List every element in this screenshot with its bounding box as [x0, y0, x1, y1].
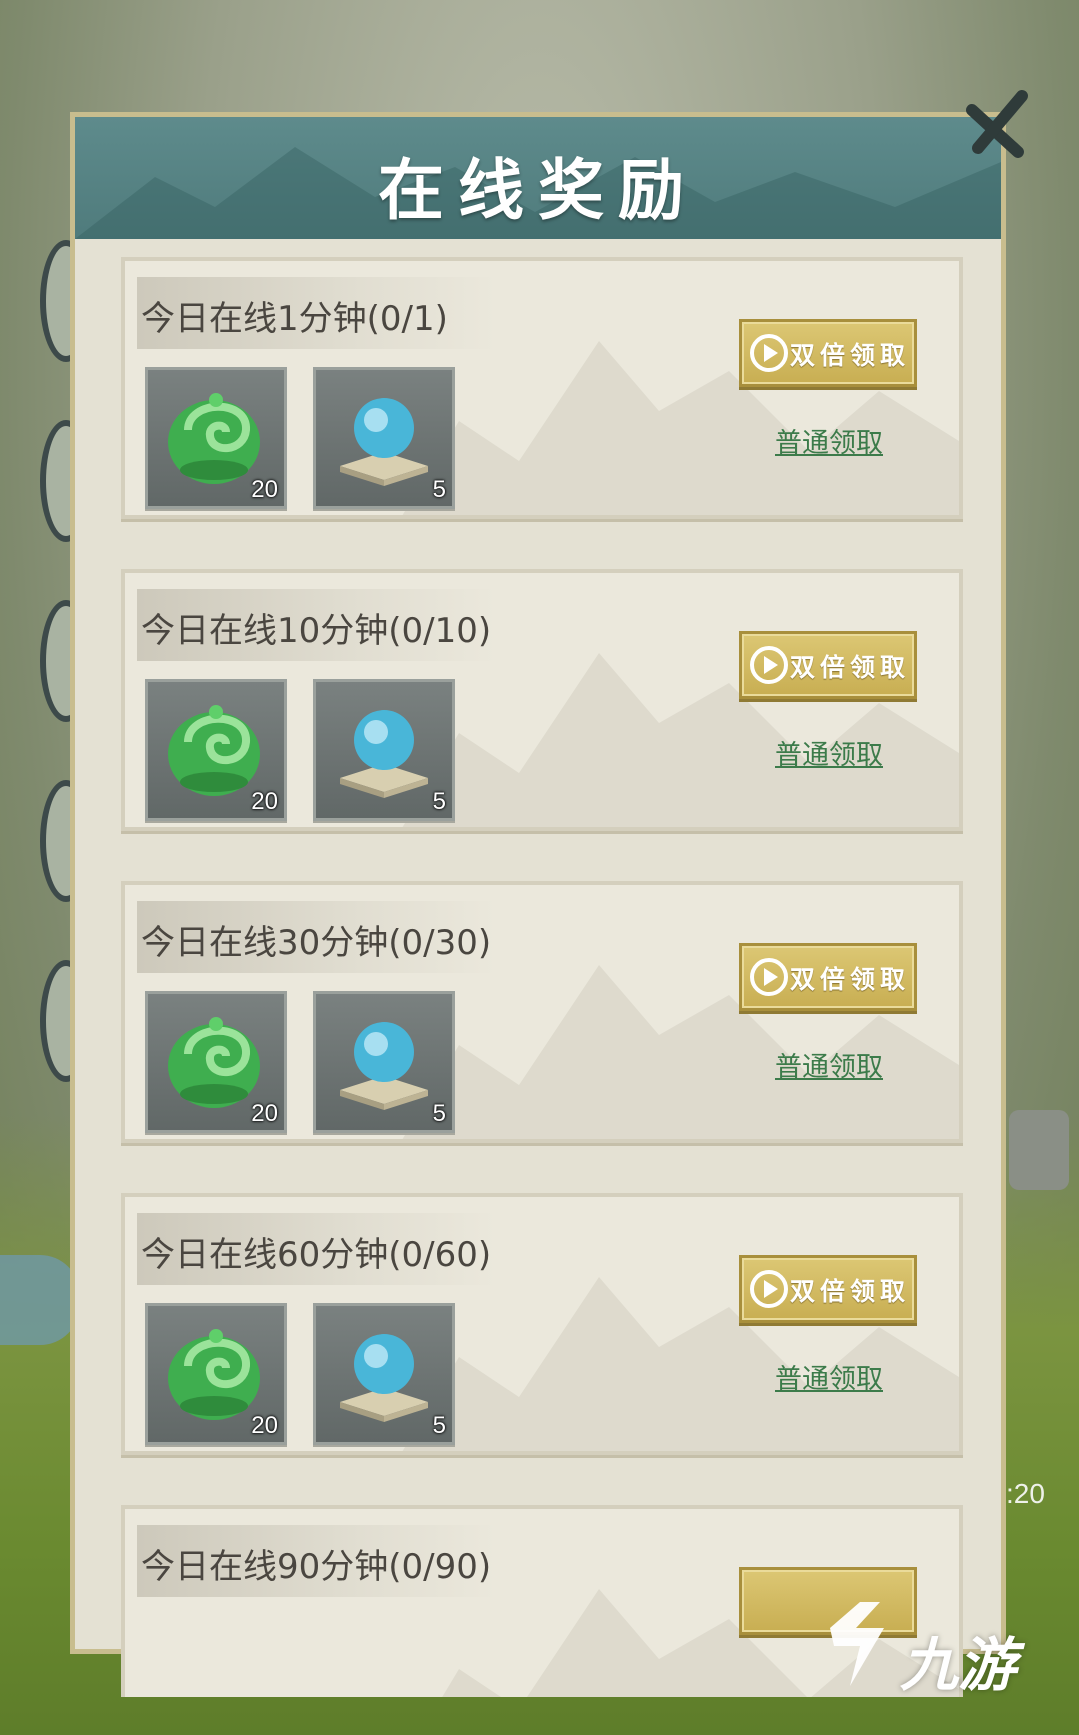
normal-claim-link[interactable]: 普通领取 — [775, 733, 883, 772]
double-claim-label: 双倍领取 — [790, 965, 911, 994]
item-count: 5 — [432, 476, 446, 503]
reward-item-slot[interactable]: 5 — [313, 991, 455, 1133]
item-count: 20 — [251, 1100, 278, 1127]
reward-list[interactable]: 今日在线1分钟(0/1) 20 5 双倍领取 普通领取 今日在线10分钟(0/1… — [121, 257, 963, 1697]
online-reward-panel: 在线奖励 今日在线1分钟(0/1) 20 5 双倍领取 普通领取 今日在线10分… — [70, 112, 1006, 1697]
reward-card: 今日在线60分钟(0/60) 20 5 双倍领取 普通领取 — [121, 1193, 963, 1455]
blue-orb-icon — [340, 398, 428, 486]
double-claim-label: 双倍领取 — [790, 341, 911, 370]
panel-header: 在线奖励 — [75, 117, 1001, 239]
double-claim-label: 双倍领取 — [790, 1277, 911, 1306]
item-count: 20 — [251, 476, 278, 503]
normal-claim-link[interactable]: 普通领取 — [775, 421, 883, 460]
reward-title: 今日在线10分钟(0/10) — [141, 611, 492, 651]
timer-fragment: :20 — [1006, 1478, 1045, 1509]
item-count: 5 — [432, 1100, 446, 1127]
reward-item-slot[interactable]: 5 — [313, 679, 455, 821]
reward-item-slot[interactable]: 5 — [313, 367, 455, 509]
normal-claim-link[interactable]: 普通领取 — [775, 1045, 883, 1084]
reward-card: 今日在线10分钟(0/10) 20 5 双倍领取 普通领取 — [121, 569, 963, 831]
play-video-icon — [750, 334, 788, 372]
double-claim-button[interactable]: 双倍领取 — [739, 1255, 917, 1323]
double-claim-button[interactable]: 双倍领取 — [739, 631, 917, 699]
watermark-text: 九游 — [900, 1631, 1017, 1699]
double-claim-label: 双倍领取 — [790, 653, 911, 682]
close-icon[interactable] — [960, 86, 1040, 166]
play-video-icon — [750, 958, 788, 996]
reward-title: 今日在线1分钟(0/1) — [141, 299, 448, 339]
reward-item-slot[interactable]: 20 — [145, 679, 287, 821]
panel-title: 在线奖励 — [378, 151, 698, 229]
stone-prop — [1009, 1110, 1069, 1190]
double-claim-button[interactable]: 双倍领取 — [739, 943, 917, 1011]
blue-orb-icon — [340, 710, 428, 798]
reward-card: 今日在线1分钟(0/1) 20 5 双倍领取 普通领取 — [121, 257, 963, 519]
item-count: 20 — [251, 1412, 278, 1439]
pond — [0, 1255, 80, 1345]
reward-title: 今日在线90分钟(0/90) — [141, 1547, 492, 1587]
double-claim-button[interactable]: 双倍领取 — [739, 319, 917, 387]
play-video-icon — [750, 1270, 788, 1308]
normal-claim-link[interactable]: 普通领取 — [775, 1357, 883, 1396]
reward-title: 今日在线60分钟(0/60) — [141, 1235, 492, 1275]
blue-orb-icon — [340, 1334, 428, 1422]
item-count: 5 — [432, 1412, 446, 1439]
item-count: 20 — [251, 788, 278, 815]
reward-item-slot[interactable]: 20 — [145, 1303, 287, 1445]
reward-item-slot[interactable]: 20 — [145, 991, 287, 1133]
blue-orb-icon — [340, 1022, 428, 1110]
item-count: 5 — [432, 788, 446, 815]
play-video-icon — [750, 646, 788, 684]
reward-title: 今日在线30分钟(0/30) — [141, 923, 492, 963]
reward-card: 今日在线30分钟(0/30) 20 5 双倍领取 普通领取 — [121, 881, 963, 1143]
reward-item-slot[interactable]: 5 — [313, 1303, 455, 1445]
reward-item-slot[interactable]: 20 — [145, 367, 287, 509]
